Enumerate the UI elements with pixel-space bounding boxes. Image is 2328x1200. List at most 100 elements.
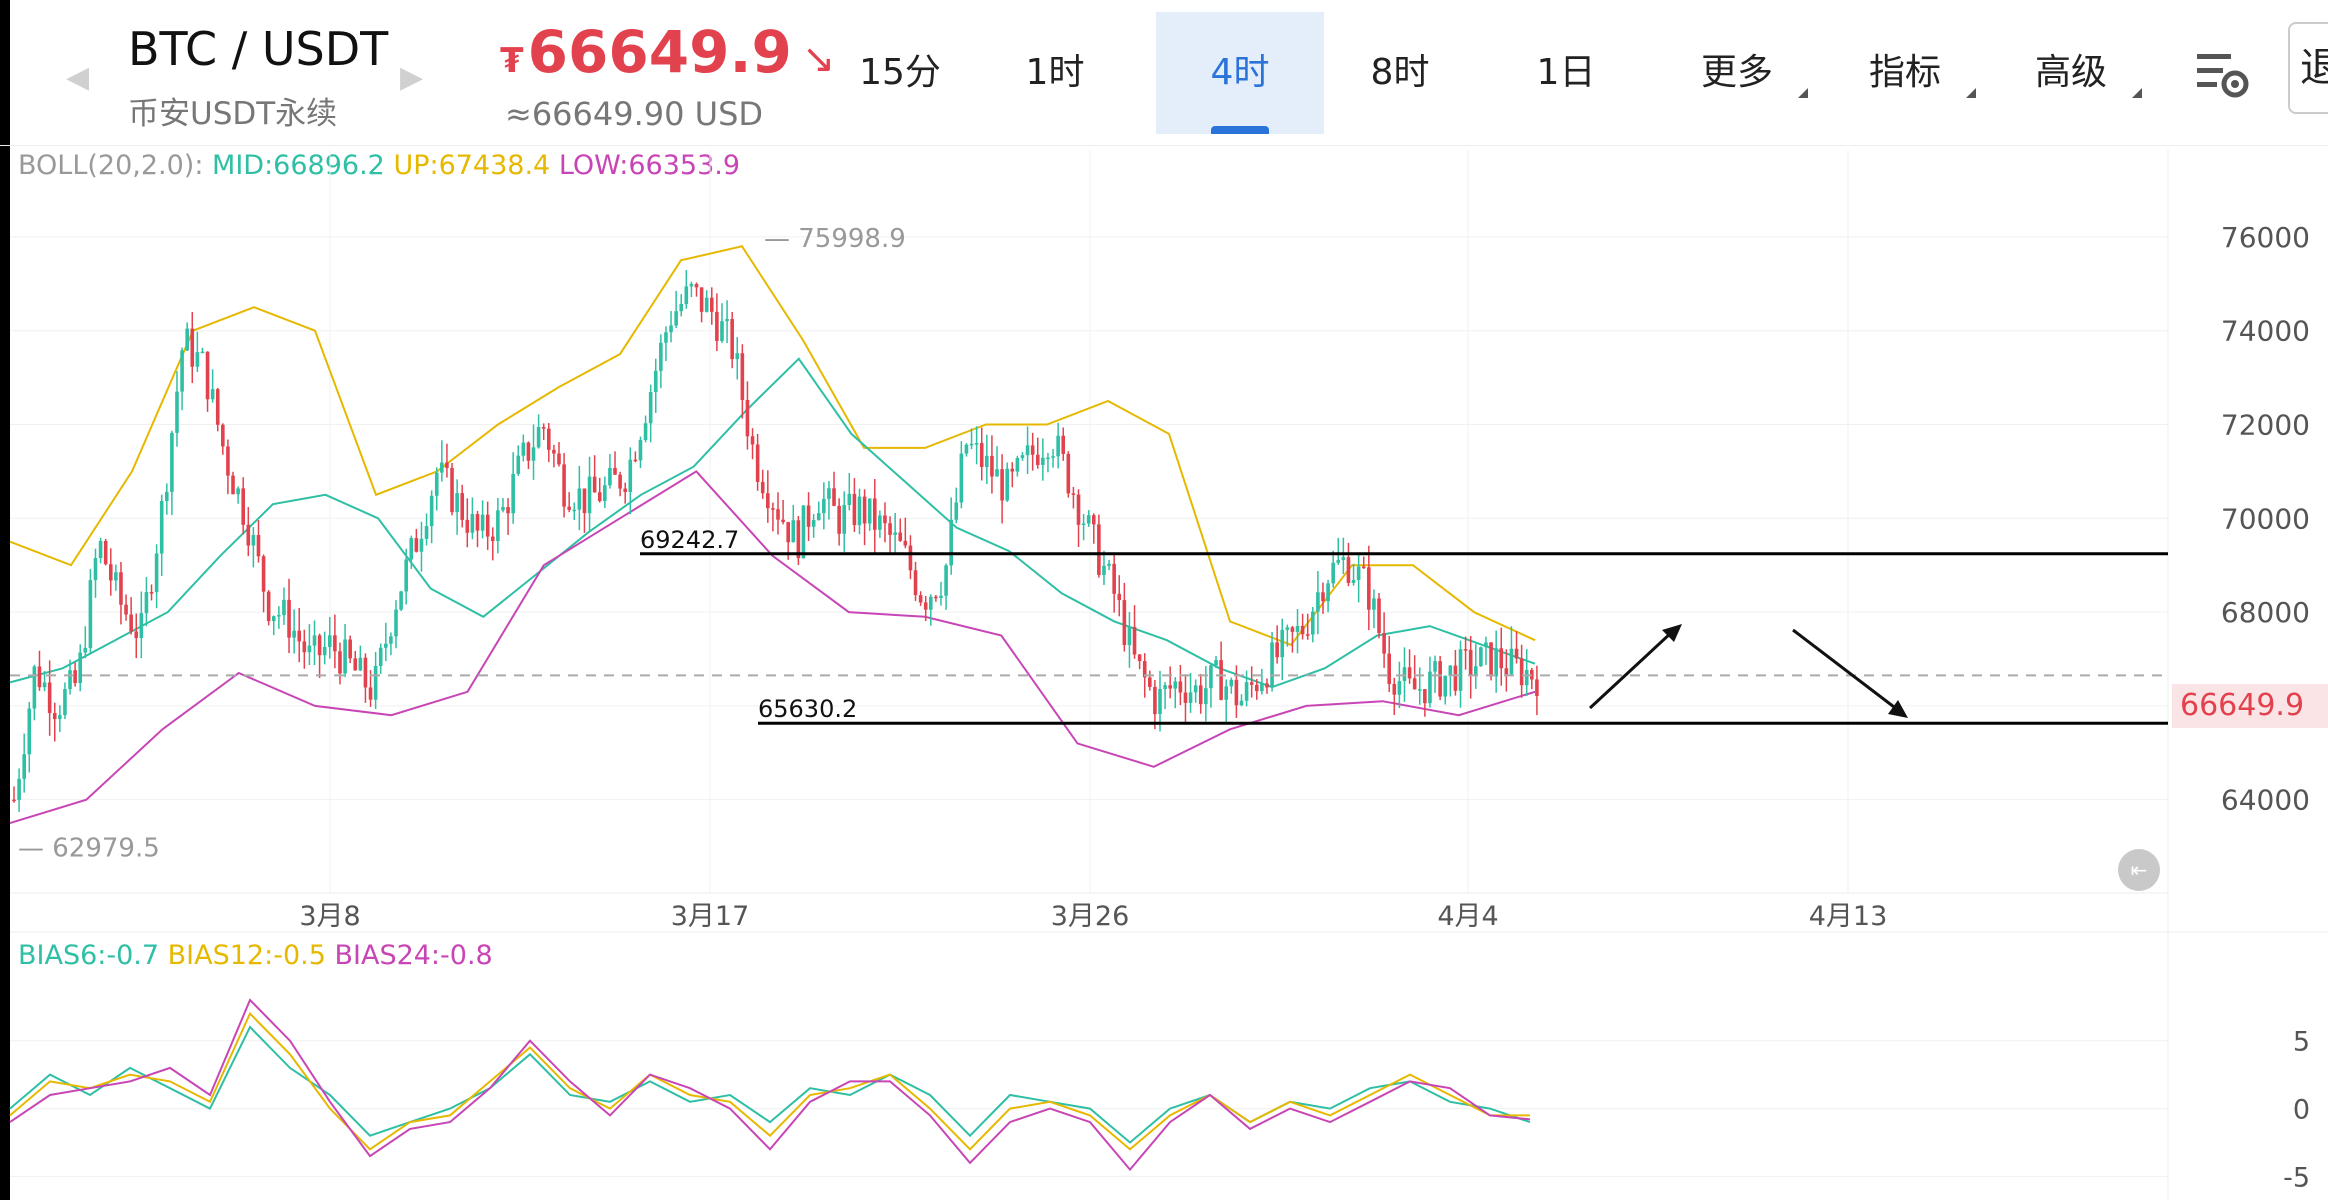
candle-body: [1270, 642, 1274, 688]
candle-body: [801, 505, 806, 559]
candle-body: [1428, 671, 1432, 704]
candle-body: [246, 524, 251, 546]
candle-body: [985, 455, 989, 468]
candle-body: [964, 444, 969, 454]
candle-body: [1035, 454, 1040, 465]
candle-body: [913, 570, 918, 596]
candle-body: [1219, 660, 1223, 700]
candle-body: [1458, 649, 1463, 691]
candle-body: [1178, 681, 1183, 693]
price-tick-label: 68000: [2221, 596, 2310, 629]
candle-body: [577, 488, 582, 510]
candle-body: [552, 449, 556, 454]
candle-body: [1438, 661, 1442, 697]
candle-body: [597, 492, 602, 502]
candle-body: [1112, 563, 1116, 594]
candle-body: [628, 459, 633, 493]
candle-body: [735, 353, 740, 360]
candle-body: [205, 351, 210, 400]
scroll-to-latest-button[interactable]: ⇤: [2118, 849, 2160, 891]
candle-body: [1137, 654, 1142, 662]
candle-body: [170, 432, 174, 492]
candle-body: [1417, 689, 1422, 691]
candle-body: [811, 519, 816, 527]
candle-body: [1331, 562, 1335, 584]
candle-body: [1443, 675, 1448, 697]
candle-body: [1102, 565, 1106, 575]
candle-body: [1367, 567, 1371, 610]
candle-body: [653, 370, 658, 393]
candle-body: [1005, 468, 1009, 501]
candle-body: [704, 297, 709, 312]
candle-body: [1249, 682, 1254, 685]
candle-body: [480, 514, 485, 531]
candle-body: [1010, 468, 1015, 472]
candle-body: [822, 498, 826, 514]
candle-body: [1336, 559, 1341, 563]
candle-body: [277, 615, 281, 617]
candle-body: [893, 532, 897, 535]
candle-body: [867, 498, 872, 524]
candle-body: [847, 493, 852, 506]
candle-body: [58, 715, 62, 720]
candle-body: [1346, 557, 1351, 583]
candle-body: [1423, 689, 1427, 704]
candle-body: [1193, 685, 1198, 693]
candle-body: [1519, 658, 1524, 686]
candle-body: [1494, 648, 1498, 677]
price-tick-label: 72000: [2221, 408, 2310, 441]
candle-body: [531, 447, 536, 461]
candle-body: [613, 467, 617, 475]
candle-body: [1188, 692, 1193, 703]
bias-line-bias12: [9, 1011, 1530, 1151]
candle-body: [490, 536, 495, 541]
candle-body: [200, 351, 205, 354]
candle-body: [1448, 665, 1453, 676]
candle-body: [1214, 660, 1218, 666]
candle-body: [684, 286, 689, 304]
candle-body: [445, 462, 449, 468]
candle-body: [1514, 648, 1519, 659]
candle-body: [271, 616, 276, 622]
candle-body: [643, 423, 648, 440]
candle-body: [771, 508, 775, 510]
candle-body: [506, 507, 510, 514]
candle-body: [440, 462, 444, 473]
candle-body: [78, 652, 83, 684]
candle-body: [816, 513, 821, 520]
candle-body: [496, 510, 500, 541]
candle-body: [725, 318, 729, 322]
candle-body: [1311, 611, 1315, 635]
bias-tick-label: 0: [2293, 1095, 2310, 1126]
candle-body: [485, 514, 490, 537]
candle-body: [1300, 626, 1305, 635]
candle-body: [1173, 681, 1178, 689]
candle-body: [434, 472, 439, 496]
candle-body: [908, 545, 913, 571]
candle-body: [1402, 667, 1407, 681]
candle-body: [98, 540, 103, 559]
candle-body: [185, 328, 189, 351]
candle-body: [699, 287, 704, 312]
candle-body: [1204, 688, 1208, 705]
candle-body: [618, 474, 622, 489]
candle-body: [1351, 580, 1356, 583]
candle-body: [745, 399, 750, 437]
kline-chart[interactable]: 64000660006800070000720007400076000 3月83…: [0, 0, 2328, 1200]
candle-body: [1275, 642, 1279, 658]
candle-body: [302, 641, 307, 653]
candle-body: [327, 635, 332, 647]
candle-body: [842, 505, 847, 534]
candle-body: [1453, 665, 1458, 691]
candle-body: [730, 318, 734, 360]
candle-body: [1412, 678, 1417, 690]
period-high-label: — 75998.9: [764, 224, 906, 254]
candle-body: [1148, 677, 1152, 687]
candle-body: [103, 540, 108, 565]
candle-body: [526, 442, 531, 461]
candle-body: [974, 443, 979, 445]
candle-body: [1122, 600, 1127, 646]
candle-body: [47, 682, 52, 714]
chart-grid: [10, 150, 2168, 1177]
time-tick-label: 3月26: [1051, 901, 1130, 932]
